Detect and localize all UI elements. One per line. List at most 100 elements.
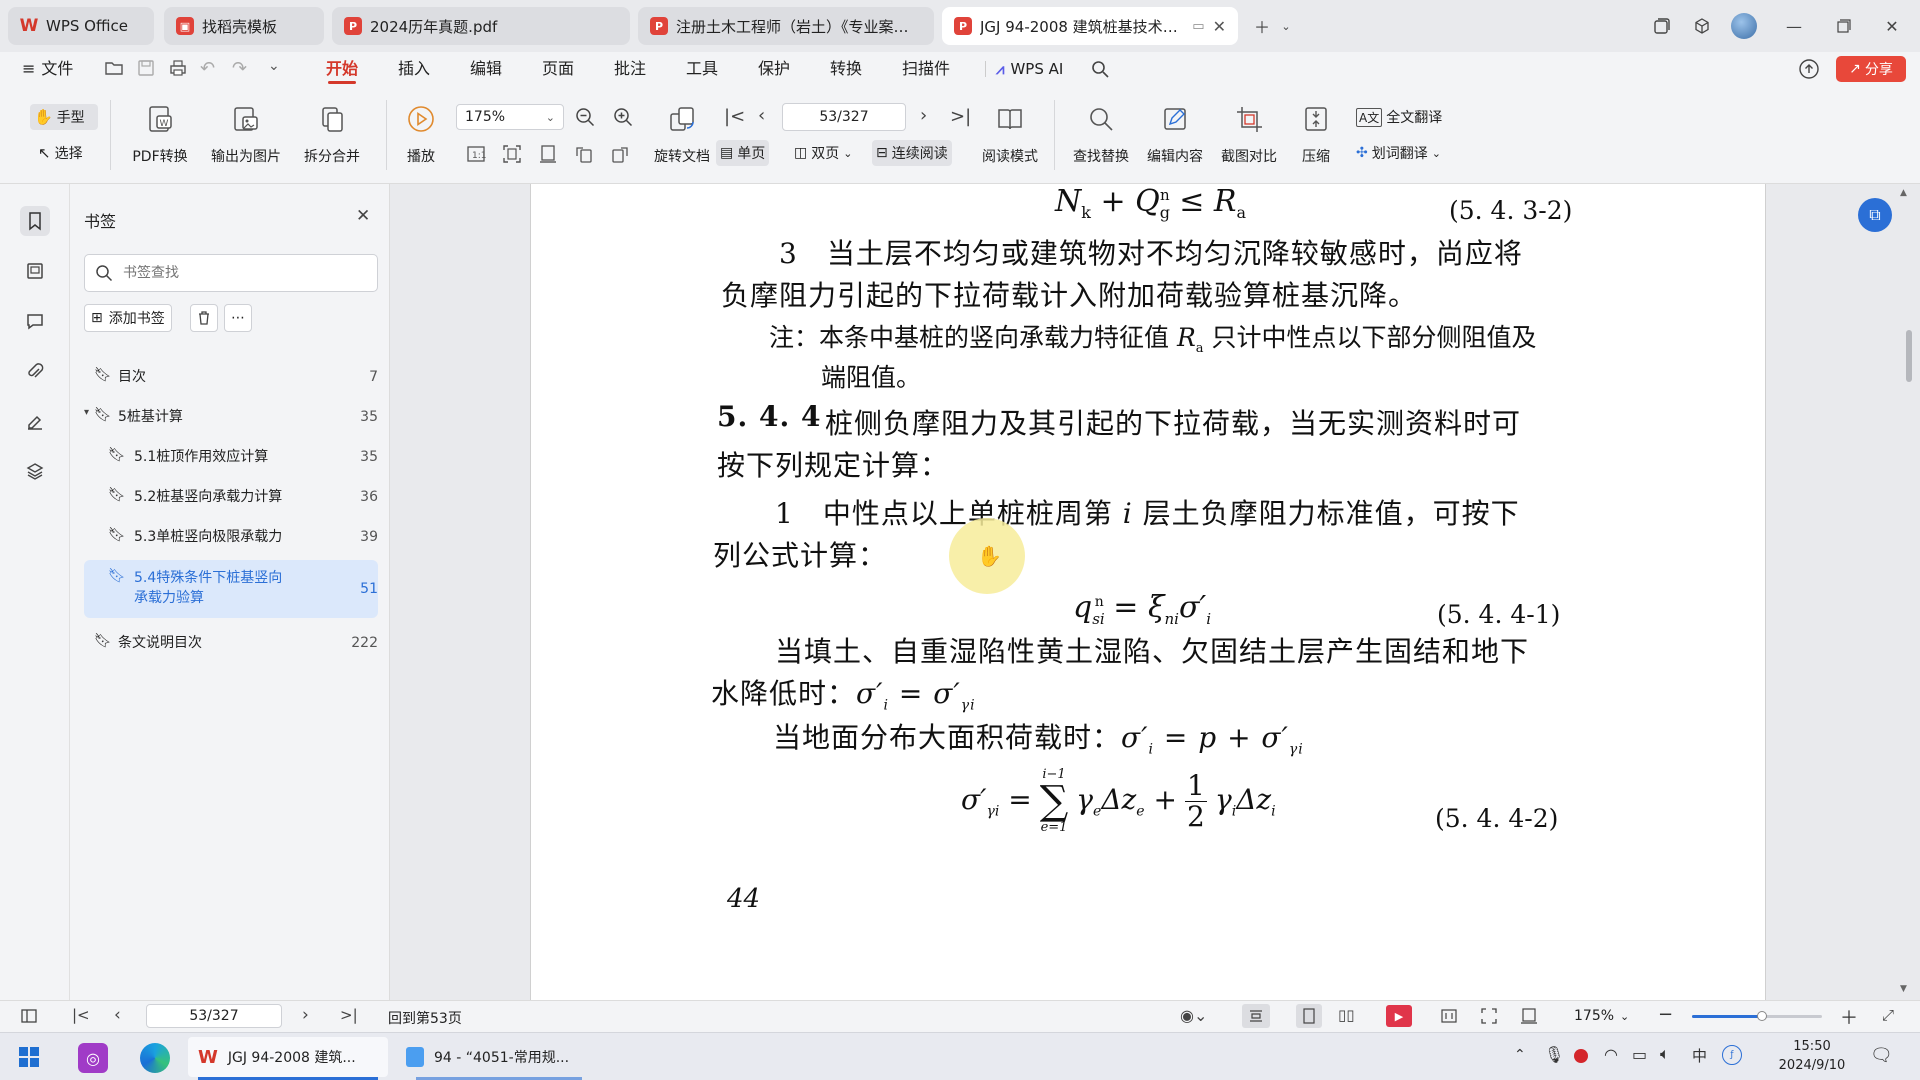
menu-edit[interactable]: 编辑 — [470, 52, 502, 86]
file-menu[interactable]: ≡ 文件 — [22, 52, 73, 86]
menu-tools[interactable]: 工具 — [686, 52, 718, 86]
pdf-page[interactable]: Nk + Qgn ≤ Ra (5. 4. 3-2) 3 当土层不均匀或建筑物对不… — [530, 184, 1766, 1000]
split-merge-button[interactable]: 拆分合并 — [292, 102, 372, 166]
continuous-read-button[interactable]: ⊟ 连续阅读 — [872, 140, 952, 166]
zoom-slider-thumb[interactable] — [1757, 1011, 1768, 1021]
menu-insert[interactable]: 插入 — [398, 52, 430, 86]
signature-icon[interactable] — [20, 406, 50, 436]
chevron-up-icon[interactable]: ⌃ — [1514, 1047, 1526, 1063]
attachment-icon[interactable] — [20, 356, 50, 386]
next-page-icon[interactable]: › — [920, 105, 927, 126]
edit-content-button[interactable]: 编辑内容 — [1140, 102, 1210, 166]
double-page-button[interactable]: ◫ 双页 ⌄ — [790, 140, 856, 166]
menu-page[interactable]: 页面 — [542, 52, 574, 86]
cube-icon[interactable] — [1688, 12, 1716, 40]
compress-button[interactable]: 压缩 — [1288, 102, 1344, 166]
restore-icon[interactable] — [1830, 12, 1858, 40]
fullscreen-icon[interactable]: ⤢ — [1882, 1006, 1894, 1024]
save-icon[interactable] — [136, 58, 158, 80]
select-tool-button[interactable]: ↖ 选择 — [34, 140, 87, 166]
menu-annotate[interactable]: 批注 — [614, 52, 646, 86]
play-button[interactable]: 播放 — [398, 102, 444, 166]
tab-wps-office[interactable]: W WPS Office — [8, 7, 154, 45]
toggle-sidebar-icon[interactable] — [20, 1007, 38, 1025]
rotate-document-button[interactable]: 旋转文档 — [652, 102, 712, 166]
actual-size-icon[interactable] — [1440, 1007, 1458, 1025]
bookmark-item[interactable]: ▾ 🔖︎ 5桩基计算 35 — [84, 402, 378, 432]
menu-scan[interactable]: 扫描件 — [902, 52, 950, 86]
prev-page-icon[interactable]: ‹ — [758, 105, 765, 126]
continuous-view-icon[interactable] — [1242, 1004, 1270, 1028]
edge-browser-icon[interactable] — [140, 1043, 170, 1073]
page-number-input[interactable]: 53/327 — [782, 103, 906, 131]
next-page-icon[interactable]: › — [302, 1005, 309, 1025]
taskbar-app-notes[interactable]: 94 - “4051-常用规... — [396, 1037, 582, 1077]
bookmark-panel-icon[interactable] — [20, 206, 50, 236]
eye-icon[interactable]: ◉⌄ — [1180, 1006, 1207, 1025]
close-window-icon[interactable]: ✕ — [1878, 12, 1906, 40]
undo-icon[interactable]: ↶ — [200, 58, 215, 79]
microphone-icon[interactable]: 🎙︎ — [1544, 1045, 1564, 1064]
ime-indicator[interactable]: 中 — [1692, 1045, 1707, 1066]
export-image-button[interactable]: 输出为图片 — [206, 102, 286, 166]
word-translate-button[interactable]: ✣ 划词翻译 ⌄ — [1352, 140, 1445, 166]
full-translate-button[interactable]: A文 全文翻译 — [1352, 104, 1446, 130]
fit-page-icon[interactable] — [502, 144, 522, 164]
volume-icon[interactable]: 🔈︎ — [1660, 1044, 1670, 1064]
screen-icon[interactable]: ▭ — [1192, 19, 1204, 34]
first-page-icon[interactable]: |< — [724, 106, 745, 127]
zoom-in-button[interactable]: ＋ — [1840, 1004, 1858, 1030]
ime-engine-icon[interactable]: ƒ — [1722, 1045, 1742, 1065]
bookmark-search-box[interactable] — [84, 254, 378, 292]
minimize-icon[interactable]: — — [1780, 12, 1808, 40]
open-folder-icon[interactable] — [104, 58, 126, 80]
tab-docer[interactable]: ▣ 找稻壳模板 — [164, 7, 324, 45]
scroll-down-icon[interactable]: ▼ — [1900, 984, 1907, 994]
battery-icon[interactable]: ▭ — [1632, 1045, 1647, 1064]
single-view-icon[interactable] — [1296, 1004, 1322, 1028]
zoom-slider-track[interactable] — [1692, 1011, 1822, 1021]
add-bookmark-button[interactable]: ⊞ 添加书签 — [84, 304, 172, 332]
avatar[interactable] — [1730, 12, 1758, 40]
hand-tool-button[interactable]: ✋ 手型 — [30, 104, 98, 130]
fit-width-icon[interactable] — [538, 144, 558, 164]
layers-icon[interactable] — [20, 456, 50, 486]
caret-down-icon[interactable]: ▾ — [84, 407, 94, 418]
close-panel-icon[interactable]: ✕ — [356, 206, 370, 226]
search-icon[interactable] — [1090, 59, 1110, 79]
tab-2024-pdf[interactable]: P 2024历年真题.pdf — [332, 7, 630, 45]
print-icon[interactable] — [168, 58, 190, 80]
floating-tool-button[interactable]: ⧉ — [1858, 198, 1892, 232]
wifi-icon[interactable]: ◠ — [1604, 1045, 1618, 1064]
wps-ai-button[interactable]: ⩘ WPS AI — [996, 52, 1063, 86]
screen-recorder-icon[interactable]: ◎ — [78, 1043, 108, 1073]
cloud-upload-icon[interactable] — [1798, 58, 1820, 80]
find-replace-button[interactable]: 查找替换 — [1066, 102, 1136, 166]
bookmark-item[interactable]: 🔖︎ 5.3单桩竖向极限承载力 39 — [84, 522, 378, 552]
screenshot-compare-button[interactable]: 截图对比 — [1214, 102, 1284, 166]
double-view-icon[interactable]: ▯▯ — [1338, 1006, 1355, 1024]
more-options-icon[interactable]: ⋯ — [224, 304, 252, 332]
bookmark-item-selected[interactable]: 🔖︎ 5.4特殊条件下桩基竖向承载力验算 51 — [84, 560, 378, 618]
last-page-icon[interactable]: >| — [340, 1006, 358, 1024]
redo-icon[interactable]: ↷ — [232, 58, 247, 79]
scroll-up-icon[interactable]: ▲ — [1900, 188, 1907, 198]
tab-jgj94-pdf[interactable]: P JGJ 94-2008 建筑桩基技术规范 ▭ ✕ — [942, 7, 1238, 45]
bookmark-item[interactable]: 🔖︎ 5.2桩基竖向承载力计算 36 — [84, 482, 378, 512]
bookmark-search-input[interactable] — [123, 265, 353, 281]
bookmark-item[interactable]: 🔖︎ 5.1桩顶作用效应计算 35 — [84, 442, 378, 472]
zoom-select[interactable]: 175% ⌄ — [456, 104, 564, 130]
first-page-icon[interactable]: |< — [72, 1006, 90, 1024]
play-presentation-icon[interactable]: ▶ — [1386, 1005, 1412, 1027]
zoom-out-icon[interactable] — [574, 106, 596, 128]
notification-icon[interactable]: 🗨︎ — [1870, 1045, 1893, 1066]
menu-protect[interactable]: 保护 — [758, 52, 790, 86]
record-icon[interactable] — [1574, 1049, 1588, 1063]
chevron-down-icon[interactable]: ⌄ — [1272, 12, 1300, 40]
fit-width-icon[interactable] — [1520, 1007, 1538, 1025]
delete-bookmark-button[interactable] — [190, 304, 218, 332]
status-page-input[interactable]: 53/327 — [146, 1004, 282, 1028]
menu-home[interactable]: 开始 — [326, 52, 358, 86]
read-mode-button[interactable]: 阅读模式 — [978, 102, 1042, 166]
back-to-page-link[interactable]: 回到第53页 — [388, 1008, 462, 1028]
